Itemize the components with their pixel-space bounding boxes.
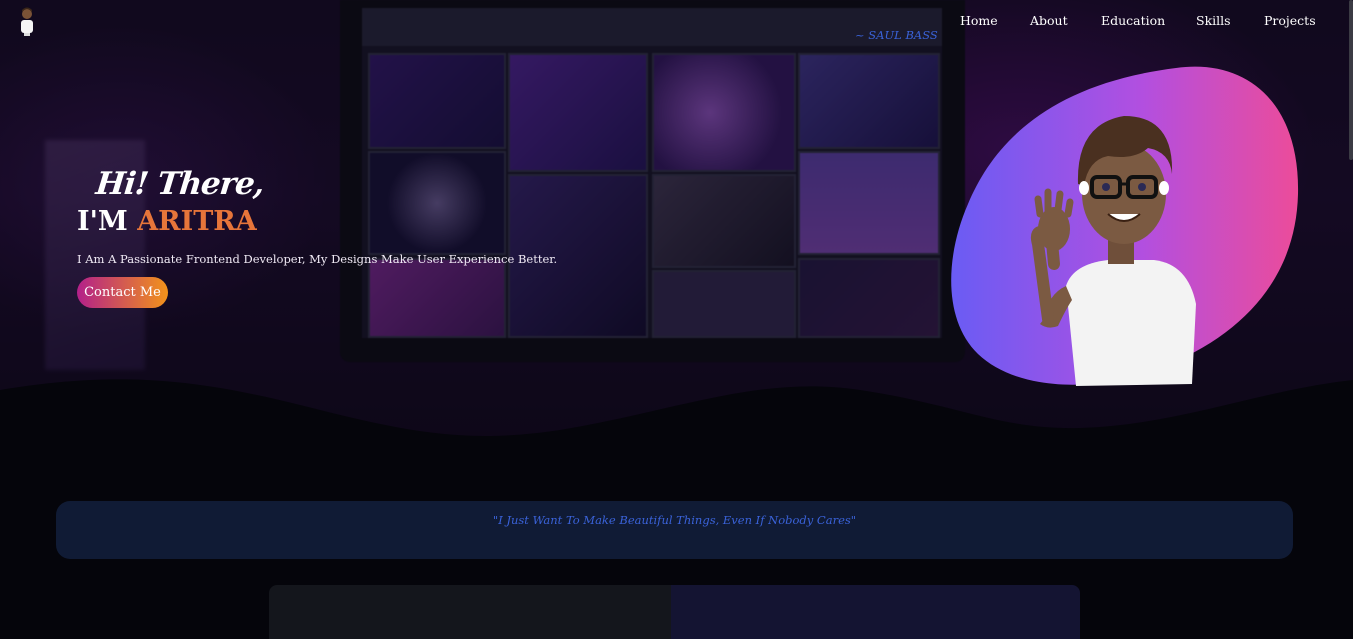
hero-name: I'M ARITRA xyxy=(77,206,257,237)
name-prefix: I'M xyxy=(77,206,138,237)
nav-home[interactable]: Home xyxy=(960,13,998,28)
page-scrollbar[interactable] xyxy=(1349,0,1353,160)
nav-education[interactable]: Education xyxy=(1101,13,1165,28)
hero-tagline: I Am A Passionate Frontend Developer, My… xyxy=(77,252,558,266)
name-highlight: ARITRA xyxy=(137,206,257,237)
quote-author: ~ SAUL BASS xyxy=(855,28,938,42)
nav-skills[interactable]: Skills xyxy=(1196,13,1231,28)
quote-text: "I Just Want To Make Beautiful Things, E… xyxy=(492,513,857,527)
about-card-left xyxy=(269,585,671,639)
about-card-right xyxy=(671,585,1080,639)
about-card xyxy=(269,585,1080,639)
logo-icon[interactable] xyxy=(16,6,38,36)
avatar-illustration xyxy=(951,66,1299,386)
contact-me-button[interactable]: Contact Me xyxy=(77,277,168,308)
quote-card: "I Just Want To Make Beautiful Things, E… xyxy=(56,501,1293,559)
nav-projects[interactable]: Projects xyxy=(1264,13,1316,28)
hero-greeting: Hi! There, xyxy=(94,166,266,202)
nav-about[interactable]: About xyxy=(1030,13,1068,28)
